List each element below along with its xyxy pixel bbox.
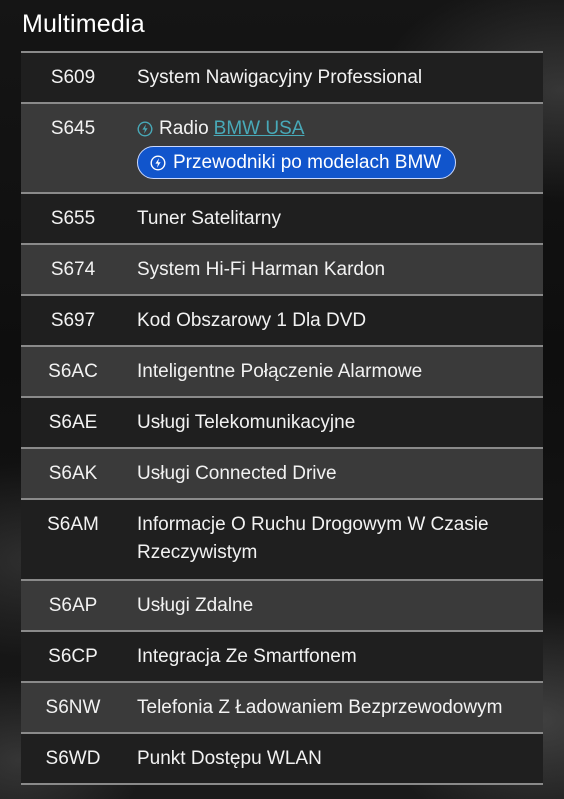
option-code: S6AP <box>48 594 98 616</box>
table-row: S674 System Hi-Fi Harman Kardon <box>21 244 543 296</box>
option-code: S674 <box>50 258 96 280</box>
option-code: S6NW <box>45 696 101 718</box>
option-label: Integracja Ze Smartfonem <box>137 645 357 667</box>
option-cell: Radio BMW USA Przewodniki po modelach BM… <box>125 104 543 192</box>
table-row: S6CP Integracja Ze Smartfonem <box>21 631 543 683</box>
option-label: Punkt Dostępu WLAN <box>137 747 322 769</box>
table-row: S6WD Punkt Dostępu WLAN <box>21 733 543 785</box>
option-code: S6AK <box>48 462 98 484</box>
option-code: S6AE <box>48 411 98 433</box>
table-row: S645 Radio BMW USA Przewodniki po modela… <box>21 104 543 194</box>
option-code: S6AM <box>47 513 99 535</box>
option-label: System Nawigacyjny Professional <box>137 67 423 88</box>
option-label: Usługi Zdalne <box>137 594 254 616</box>
option-label: Usługi Connected Drive <box>137 462 337 484</box>
option-label: Usługi Telekomunikacyjne <box>137 411 356 433</box>
table-row: S697 Kod Obszarowy 1 Dla DVD <box>21 295 543 347</box>
option-label: Inteligentne Połączenie Alarmowe <box>137 360 423 382</box>
option-code: S645 <box>50 118 96 139</box>
option-code: S697 <box>50 309 96 331</box>
option-code: S6CP <box>48 645 98 667</box>
bolt-icon <box>150 154 166 171</box>
option-code: S609 <box>50 67 96 88</box>
table-row: S6AE Usługi Telekomunikacyjne <box>21 397 543 449</box>
options-table: S609 System Nawigacyjny Professional S64… <box>21 51 543 785</box>
option-label: Informacje O Ruchu Drogowym W Czasie Rze… <box>137 513 489 563</box>
model-guides-label: Przewodniki po modelach BMW <box>173 152 442 173</box>
table-row: S6AM Informacje O Ruchu Drogowym W Czasi… <box>21 499 543 581</box>
option-label: Tuner Satelitarny <box>137 207 281 229</box>
option-code: S655 <box>50 207 96 229</box>
bolt-icon <box>137 121 153 137</box>
option-label: Radio <box>159 118 209 139</box>
option-code: S6AC <box>48 360 98 382</box>
bmw-usa-link[interactable]: BMW USA <box>214 115 305 143</box>
radio-line: Radio BMW USA <box>137 115 529 143</box>
option-label: Telefonia Z Ładowaniem Bezprzewodowym <box>137 696 503 718</box>
table-row: S655 Tuner Satelitarny <box>21 193 543 245</box>
model-guides-button[interactable]: Przewodniki po modelach BMW <box>137 146 457 179</box>
option-label: Kod Obszarowy 1 Dla DVD <box>137 309 367 331</box>
table-row: S6AK Usługi Connected Drive <box>21 448 543 500</box>
option-label: System Hi-Fi Harman Kardon <box>137 258 386 280</box>
table-row: S6AC Inteligentne Połączenie Alarmowe <box>21 346 543 398</box>
option-code: S6WD <box>45 747 101 769</box>
table-row: S609 System Nawigacyjny Professional <box>21 53 543 104</box>
table-row: S6AP Usługi Zdalne <box>21 580 543 632</box>
table-row: S6NW Telefonia Z Ładowaniem Bezprzewodow… <box>21 682 543 734</box>
section-title: Multimedia <box>22 10 145 38</box>
